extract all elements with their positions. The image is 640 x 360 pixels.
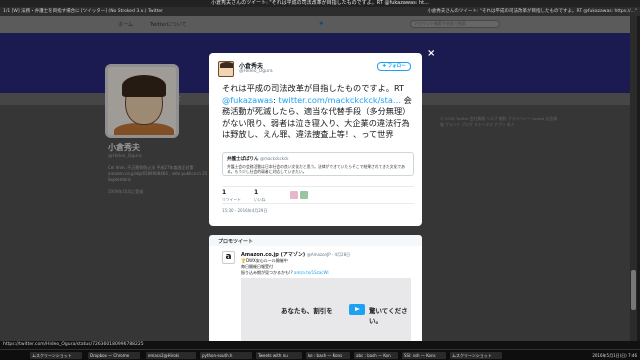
author-handle[interactable]: @Hideo_Ogura: [239, 69, 273, 74]
status-bar-url: https://twitter.com/Hideo_Ogura/status/7…: [0, 341, 640, 349]
follow-label: フォロー: [387, 64, 406, 69]
taskbar-item[interactable]: abc : bash — Kon: [354, 352, 398, 359]
taskbar-item[interactable]: emacs2@Hiroki: [146, 352, 196, 359]
window-titlebar: 小倉秀夫さんのツイート: "それは平成の司法改革が目指したものですよ。RT @f…: [0, 0, 640, 7]
tweet-stats: 1 リツイート 1 いいね: [222, 186, 414, 204]
quoted-text: 弁護士会の会務活動は日本社会の良い文化だと思う。法律ができていたらそこで結果され…: [227, 164, 405, 174]
tab-strip-text[interactable]: 1/1 [W] 法務・弁護士を目指す場合に [ツイッター] (No Stroke…: [3, 9, 163, 14]
liker-avatar[interactable]: [290, 191, 298, 199]
like-count[interactable]: 1: [254, 189, 258, 196]
twitter-page: ホーム Twitterについて ✦ アカウント検索や名前で検索 ツイート Twi…: [0, 16, 637, 341]
video-caption: あなたも、割引を: [281, 307, 333, 315]
video-caption-2: 驚いてください。: [369, 307, 408, 325]
promo-line-3: 振り込み期が見つかるかも!? amzn.to/1SzacWI: [241, 270, 329, 275]
retweet-count[interactable]: 1: [222, 189, 226, 196]
promo-link[interactable]: amzn.to/1SzacWI: [294, 270, 329, 275]
promo-handle-time: @AmazonJP · 4月28日: [306, 252, 351, 257]
taskbar-item[interactable]: Tweets with nu: [256, 352, 302, 359]
taskbar-item[interactable]: SSI: ssh — Kons: [402, 352, 446, 359]
os-taskbar: ムスクリーンショット Dropbox — Chrome emacs2@Hirok…: [0, 349, 640, 360]
mention-link[interactable]: @fukazawas: [222, 95, 273, 105]
taskbar-clock[interactable]: 2016年5月1日(日) 7:46: [592, 352, 637, 359]
promoted-tweets-header: プロモツイート: [209, 235, 422, 246]
promo-video[interactable]: あなたも、割引を 驚いてください。: [241, 278, 411, 341]
play-icon[interactable]: [349, 304, 365, 315]
follow-icon: ✚: [382, 64, 387, 69]
active-tab-title[interactable]: 小倉秀夫さんのツイート: "それは平成の司法改革が目指したものですよ。RT @f…: [427, 7, 637, 16]
taskbar-item[interactable]: Dropbox — Chrome: [88, 352, 140, 359]
taskbar-item[interactable]: python-south.h: [200, 352, 252, 359]
scrollbar-thumb[interactable]: [631, 270, 636, 310]
tweet-permalink-modal: 小倉秀夫 @Hideo_Ogura ✚ フォロー それは平成の司法改革が目指した…: [209, 53, 422, 226]
promo-author[interactable]: Amazon.co.jp (アマゾン) @AmazonJP · 4月28日: [241, 251, 350, 258]
close-icon[interactable]: ×: [427, 48, 435, 59]
quoted-tweet[interactable]: 弁護士ぱぱりん @mackckckck 弁護士会の会務活動は日本社会の良い文化だ…: [222, 152, 414, 176]
taskbar-item[interactable]: ke : bash — Kons: [306, 352, 350, 359]
tweet-text: それは平成の司法改革が目指したものですよ。RT @fukazawas: twit…: [222, 83, 412, 139]
taskbar-item[interactable]: ムスクリーンショット: [450, 352, 502, 359]
like-label: いいね: [254, 197, 266, 202]
browser-tabbar[interactable]: 1/1 [W] 法務・弁護士を目指す場合に [ツイッター] (No Stroke…: [0, 7, 640, 16]
liker-avatar[interactable]: [300, 191, 308, 199]
tweet-text-part1: それは平成の司法改革が目指したものですよ。RT: [222, 83, 405, 93]
amazon-logo-icon[interactable]: a: [222, 251, 235, 264]
promoted-tweet: a Amazon.co.jp (アマゾン) @AmazonJP · 4月28日 …: [209, 246, 422, 341]
taskbar-item[interactable]: ムスクリーンショット: [30, 352, 82, 359]
tweet-url-link[interactable]: twitter.com/mackckckck/sta…: [279, 95, 402, 105]
retweet-label: リツイート: [222, 197, 241, 202]
author-avatar[interactable]: [218, 61, 234, 77]
tweet-timestamp[interactable]: 15:30 - 2016年4月29日: [222, 208, 267, 214]
quoted-handle: @mackckckck: [260, 156, 289, 161]
follow-button[interactable]: ✚ フォロー: [377, 62, 411, 71]
quoted-author: 弁護士ぱぱりん @mackckckck: [227, 156, 289, 162]
